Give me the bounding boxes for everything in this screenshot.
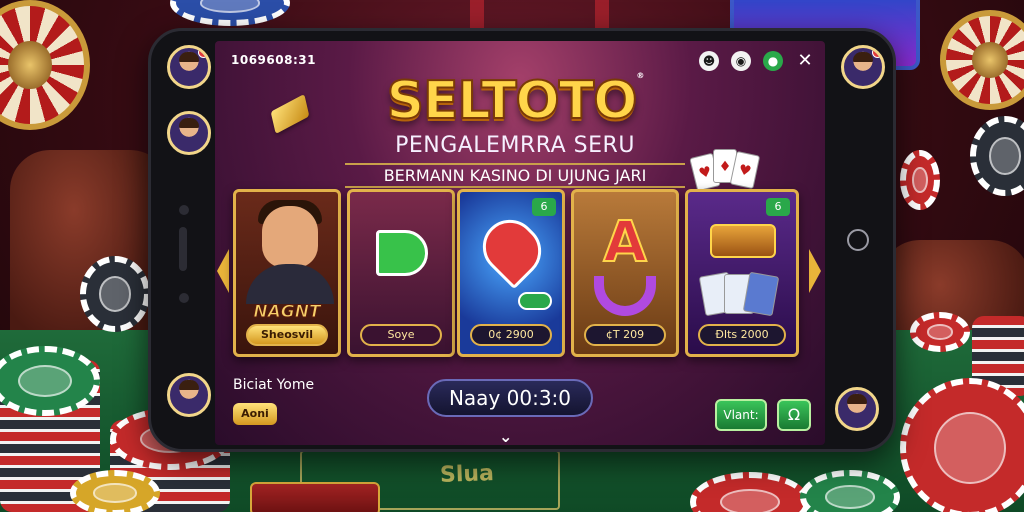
avatar-hair: [179, 52, 199, 62]
player-avatar[interactable]: [835, 387, 879, 431]
notification-dot: [872, 48, 882, 58]
poker-chip: [900, 150, 940, 210]
green-settings-icon[interactable]: ●: [763, 51, 783, 71]
player-avatar[interactable]: [167, 45, 211, 89]
heart-icon: [471, 208, 553, 290]
game-card[interactable]: 6 0¢ 2900: [457, 189, 565, 357]
game-play-pill[interactable]: ĐIts 2000: [698, 324, 786, 346]
registered-mark: ®: [636, 71, 644, 80]
game-title: NAGNT: [253, 302, 321, 323]
gold-bar-icon: [270, 93, 310, 135]
carousel-next-arrow[interactable]: [809, 249, 821, 293]
letter-a-icon: A: [602, 209, 647, 276]
status-bar-text: 1069608:31: [231, 53, 316, 67]
game-card[interactable]: 6 ĐIts 2000: [685, 189, 799, 357]
avatar-hair: [853, 52, 873, 62]
green-icon-button[interactable]: Ω: [777, 399, 811, 431]
tagline: PENGALEMRRA SERU: [395, 133, 635, 158]
player-avatar[interactable]: [841, 45, 885, 89]
playing-card: [742, 271, 780, 317]
close-icon[interactable]: ✕: [795, 51, 815, 71]
game-card[interactable]: A ¢T 209: [571, 189, 679, 357]
poker-chip: [80, 256, 150, 332]
green-action-button[interactable]: Vlant:: [715, 399, 767, 431]
app-screen: 1069608:31 ☻ ◉ ● ✕ SELTOTO® PENGALEMRRA …: [215, 41, 825, 445]
game-card[interactable]: Soye: [347, 189, 455, 357]
camera-dot: [179, 293, 189, 303]
player-avatar[interactable]: [167, 111, 211, 155]
chat-icon[interactable]: ◉: [731, 51, 751, 71]
poker-chip: [170, 0, 290, 26]
home-button[interactable]: [847, 229, 869, 251]
game-play-pill[interactable]: 0¢ 2900: [470, 324, 552, 346]
game-card[interactable]: NAGNT Sheosvil: [233, 189, 341, 357]
top-icon-bar: ☻ ◉ ● ✕: [699, 51, 815, 71]
character-body: [246, 264, 334, 304]
poker-chip: [970, 116, 1024, 196]
chevron-down-icon[interactable]: ⌄: [499, 427, 512, 445]
gold-action-button[interactable]: Aoni: [233, 403, 277, 425]
table-felt-text: Slua: [439, 461, 495, 488]
app-logo: SELTOTO®: [375, 70, 655, 132]
avatar-hair: [179, 380, 199, 390]
phone-speaker: [179, 227, 187, 271]
poker-chip: [70, 470, 160, 512]
chips-icon: [518, 292, 552, 310]
carousel-prev-arrow[interactable]: [217, 249, 229, 293]
character-face: [262, 206, 318, 268]
purple-hook-icon: [594, 276, 656, 316]
casino-token: [250, 482, 380, 512]
player-avatar[interactable]: [167, 373, 211, 417]
avatar-hair: [847, 394, 867, 404]
game-badge: 6: [532, 198, 556, 216]
timer-display: Naay 00:3:0: [427, 379, 593, 417]
camera-dot: [179, 205, 189, 215]
phone-device: 1069608:31 ☻ ◉ ● ✕ SELTOTO® PENGALEMRRA …: [148, 28, 896, 452]
roulette-wheel: [0, 0, 90, 130]
avatar-hair: [179, 118, 199, 128]
game-play-pill[interactable]: ¢T 209: [584, 324, 666, 346]
logo-text: SELTOTO: [386, 70, 639, 132]
game-play-pill[interactable]: Sheosvil: [246, 324, 328, 346]
green-block-icon: [376, 230, 428, 276]
sub-tagline: BERMANN KASINO DI UJUNG JARI: [345, 163, 685, 188]
emoji-icon[interactable]: ☻: [699, 51, 719, 71]
poker-chip: [910, 312, 970, 352]
player-name-label: Biciat Yome: [233, 377, 315, 393]
roulette-wheel: [940, 10, 1024, 110]
notification-dot: [198, 48, 208, 58]
treasure-chest-icon: [710, 224, 776, 258]
game-play-pill[interactable]: Soye: [360, 324, 442, 346]
game-badge: 6: [766, 198, 790, 216]
playing-cards-icon: ♥ ♦ ♥: [689, 147, 763, 193]
cards-icon: [698, 271, 782, 317]
